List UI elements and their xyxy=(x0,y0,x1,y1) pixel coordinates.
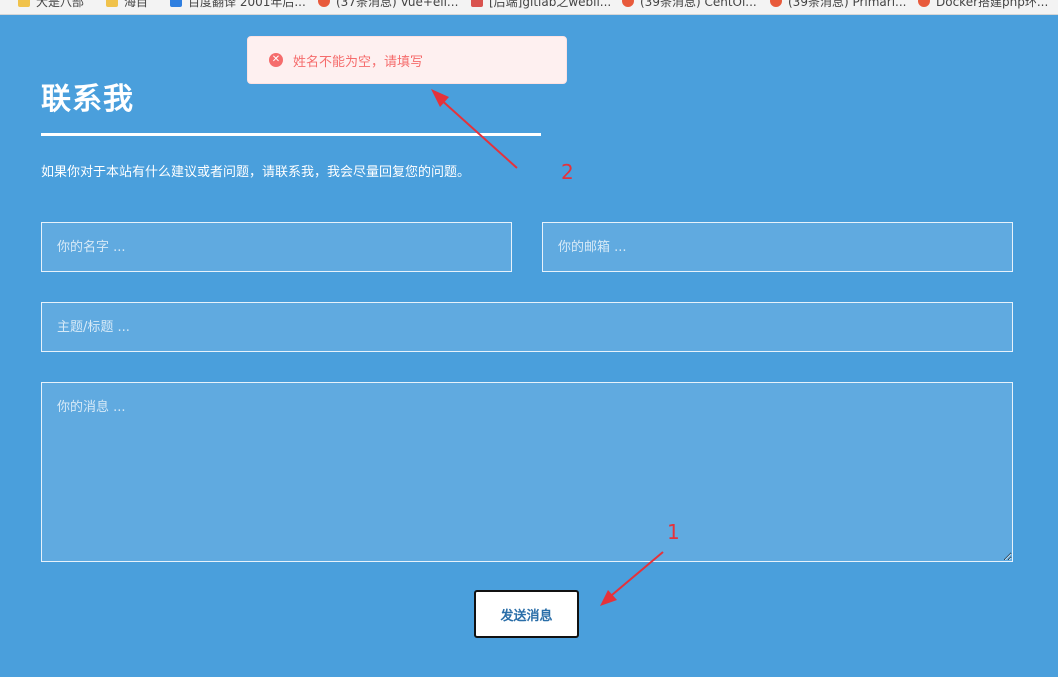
bookmark-item[interactable]: (37条消息) Vue+ell... xyxy=(318,0,458,9)
title-underline xyxy=(41,133,541,136)
name-input[interactable] xyxy=(41,222,512,272)
csdn-icon xyxy=(770,0,782,7)
translate-icon xyxy=(170,0,182,7)
toast-message: 姓名不能为空，请填写 xyxy=(293,54,424,70)
csdn-icon xyxy=(318,0,330,7)
bookmark-item[interactable]: 海目 xyxy=(106,0,148,9)
bookmark-label: [后端]gitlab之webli... xyxy=(489,0,612,9)
bookmark-label: (39条消息) CentOl... xyxy=(640,0,757,9)
bookmark-label: Docker搭建php环... xyxy=(936,0,1049,9)
bookmark-item[interactable]: 百度翻译 2001年后... xyxy=(170,0,306,9)
error-circle-icon: ✕ xyxy=(269,53,283,67)
email-input[interactable] xyxy=(542,222,1013,272)
bookmark-label: 海目 xyxy=(124,0,149,9)
bookmark-label: (39条消息) Primari... xyxy=(788,0,907,9)
message-textarea[interactable] xyxy=(41,382,1013,562)
intro-text: 如果你对于本站有什么建议或者问题，请联系我，我会尽量回复您的问题。 xyxy=(41,165,471,180)
arrow-head-1 xyxy=(600,590,617,606)
folder-icon xyxy=(18,0,30,7)
folder-icon xyxy=(106,0,118,7)
annotation-label-1: 1 xyxy=(667,520,680,544)
bookmark-item[interactable]: (39条消息) Primari... xyxy=(770,0,907,9)
arrow-head-2 xyxy=(431,89,449,107)
bookmark-label: 百度翻译 2001年后... xyxy=(188,0,306,9)
page-title: 联系我 xyxy=(41,82,134,117)
bookmark-item[interactable]: Docker搭建php环... xyxy=(918,0,1048,9)
error-toast: ✕ 姓名不能为空，请填写 xyxy=(247,36,567,84)
gitlab-icon xyxy=(471,0,483,7)
annotation-label-2: 2 xyxy=(561,160,574,184)
csdn-icon xyxy=(622,0,634,7)
subject-input[interactable] xyxy=(41,302,1013,352)
send-message-button[interactable]: 发送消息 xyxy=(474,590,579,638)
bookmarks-bar: 大是八部 海目 百度翻译 2001年后... (37条消息) Vue+ell..… xyxy=(0,0,1058,15)
bookmark-label: 大是八部 xyxy=(36,0,85,9)
csdn-icon xyxy=(918,0,930,7)
bookmark-item[interactable]: (39条消息) CentOl... xyxy=(622,0,757,9)
bookmark-item[interactable]: 大是八部 xyxy=(18,0,84,9)
bookmark-label: (37条消息) Vue+ell... xyxy=(336,0,459,9)
bookmark-item[interactable]: [后端]gitlab之webli... xyxy=(471,0,611,9)
